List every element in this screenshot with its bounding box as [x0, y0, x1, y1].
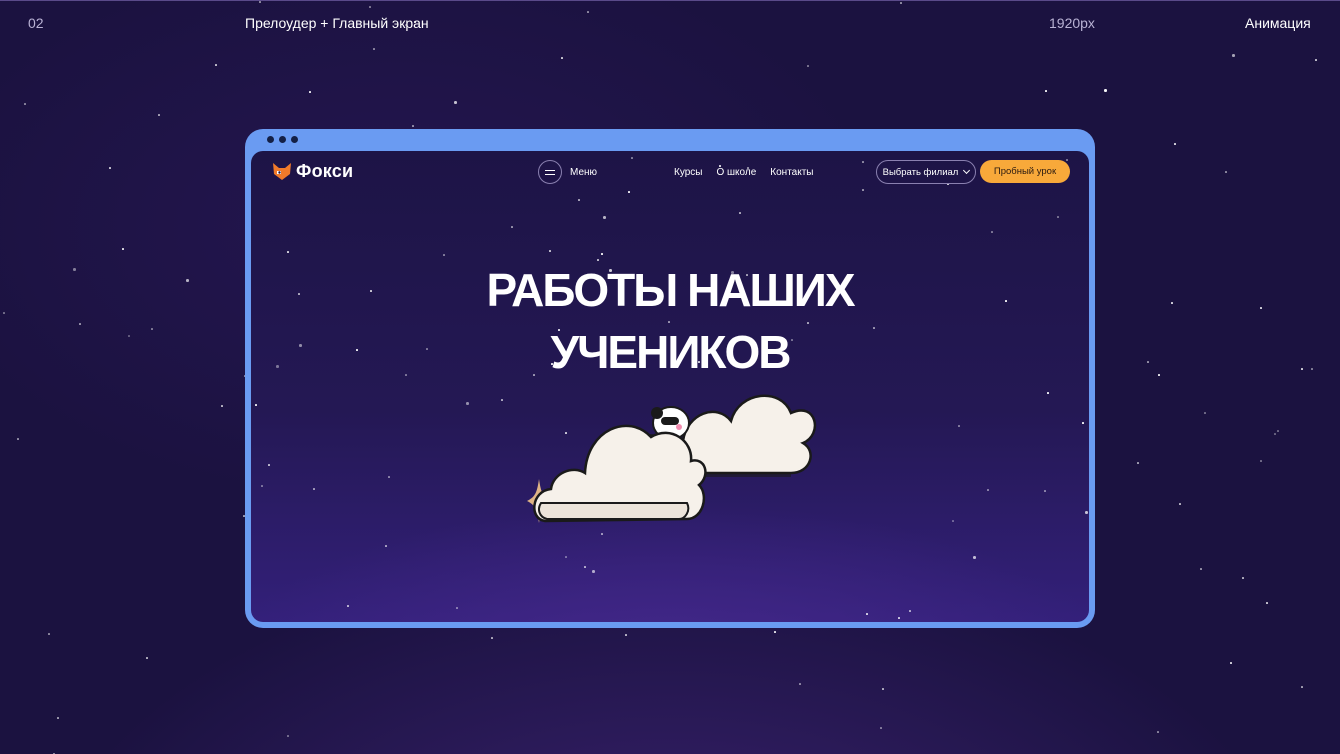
star — [3, 312, 5, 314]
star — [259, 1, 261, 3]
browser-mockup: Фокси Меню Курсы О школе Контакты Выбрат… — [245, 129, 1095, 628]
star — [1104, 89, 1107, 92]
star — [1179, 503, 1181, 505]
star — [1230, 662, 1232, 664]
star — [146, 657, 148, 659]
star — [882, 688, 884, 690]
star — [1158, 374, 1160, 376]
presentation-slide: 02 Прелоудер + Главный экран 1920px Аним… — [0, 0, 1340, 754]
star — [1225, 171, 1227, 173]
star — [79, 323, 81, 325]
star — [373, 48, 375, 50]
star — [1174, 143, 1176, 145]
star — [73, 268, 76, 271]
star — [454, 101, 457, 104]
star — [48, 633, 50, 635]
slide-number: 02 — [28, 15, 44, 31]
star — [1171, 302, 1173, 304]
star — [158, 114, 160, 116]
cloud-front-icon — [533, 424, 707, 523]
star — [215, 64, 217, 66]
star — [1311, 368, 1313, 370]
star — [151, 328, 153, 330]
star — [1277, 430, 1279, 432]
star — [1157, 731, 1159, 733]
star — [1260, 460, 1262, 462]
star — [369, 6, 371, 8]
star — [561, 57, 563, 59]
site-viewport: Фокси Меню Курсы О школе Контакты Выбрат… — [251, 151, 1089, 622]
star — [1274, 433, 1276, 435]
star — [1137, 462, 1139, 464]
star — [1204, 412, 1206, 414]
star — [774, 631, 776, 633]
star — [412, 125, 414, 127]
star — [880, 727, 882, 729]
window-dot — [267, 136, 274, 143]
star — [1301, 368, 1303, 370]
window-controls — [267, 136, 298, 143]
star — [1301, 686, 1303, 688]
star — [1232, 54, 1235, 57]
star — [57, 717, 59, 719]
star — [221, 405, 223, 407]
star — [17, 438, 19, 440]
astronaut-clouds-illustration — [527, 394, 817, 523]
star — [900, 2, 902, 4]
star — [1315, 59, 1317, 61]
resolution-label: 1920px — [1049, 15, 1095, 31]
star — [799, 683, 801, 685]
star — [1045, 90, 1047, 92]
star — [1260, 307, 1262, 309]
star — [309, 91, 311, 93]
star — [24, 103, 26, 105]
star — [1200, 568, 1202, 570]
star — [186, 279, 189, 282]
star — [1266, 602, 1268, 604]
window-dot — [291, 136, 298, 143]
section-label: Анимация — [1245, 15, 1311, 31]
star — [625, 634, 627, 636]
slide-title: Прелоудер + Главный экран — [245, 15, 429, 31]
star — [1147, 361, 1149, 363]
star — [109, 167, 111, 169]
star — [807, 65, 809, 67]
window-dot — [279, 136, 286, 143]
star — [287, 735, 289, 737]
star — [1242, 577, 1244, 579]
star — [128, 335, 130, 337]
star — [491, 637, 493, 639]
star — [122, 248, 124, 250]
star — [587, 11, 589, 13]
